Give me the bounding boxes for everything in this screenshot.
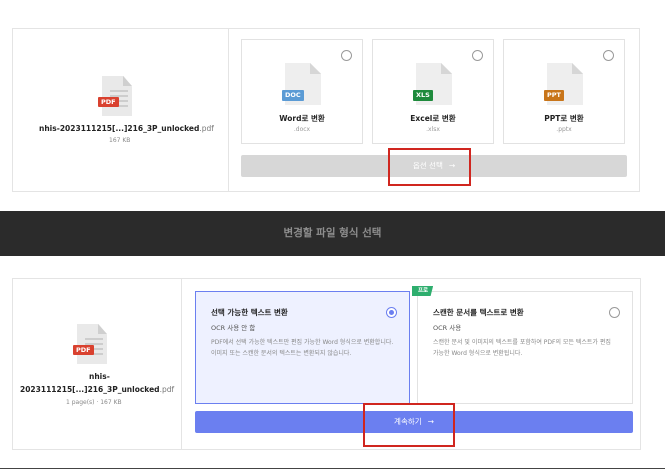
source-file-name-line2: 2023111215[...]216_3P_unlocked.pdf [20, 385, 174, 394]
pdf-file-icon: PDF [98, 76, 132, 116]
excel-option-title: Excel로 변환 [410, 114, 456, 123]
ppt-option-title: PPT로 변환 [544, 114, 584, 123]
option-card-excel[interactable]: XLS Excel로 변환 .xlsx [372, 39, 494, 144]
divider [0, 468, 665, 469]
ocr-option-description: 스캔한 문서 및 이미지의 텍스트를 포함하여 PDF의 모든 텍스트가 편집 … [433, 339, 611, 357]
source-file-column: PDF nhis-2023111215[...]216_3P_unlocked.… [13, 29, 229, 191]
ocr-option-title: 스캔한 문서를 텍스트로 변환 [433, 308, 524, 317]
format-select-panel: PDF nhis-2023111215[...]216_3P_unlocked.… [12, 28, 640, 192]
ocr-option-title: 선택 가능한 텍스트 변환 [211, 308, 288, 317]
ppt-tag: PPT [544, 90, 564, 101]
option-card-ppt[interactable]: PPT PPT로 변환 .pptx [503, 39, 625, 144]
file-name-ext: .pdf [159, 385, 175, 394]
xls-tag: XLS [413, 90, 433, 101]
converter-page: PDF nhis-2023111215[...]216_3P_unlocked.… [0, 0, 665, 473]
banner-title: 변경할 파일 형식 선택 [283, 227, 382, 239]
word-radio[interactable] [341, 50, 352, 61]
ppt-radio[interactable] [603, 50, 614, 61]
pdf-file-icon: PDF [73, 324, 107, 364]
ocr-option-subtitle: OCR 사용 [433, 324, 462, 332]
ppt-file-icon: PPT [544, 63, 583, 105]
ocr-option-subtitle: OCR 사용 안 함 [211, 324, 256, 332]
ocr-option-scanned[interactable]: 프로 스캔한 문서를 텍스트로 변환 OCR 사용 스캔한 문서 및 이미지의 … [412, 286, 633, 404]
file-name-main: nhis-2023111215[...]216_3P_unlocked [39, 124, 200, 133]
word-option-ext: .docx [293, 126, 311, 133]
option-card-word[interactable]: DOC Word로 변환 .docx [241, 39, 363, 144]
pdf-tag: PDF [73, 345, 94, 355]
word-option-title: Word로 변환 [279, 114, 325, 123]
doc-file-icon: DOC [282, 63, 321, 105]
ppt-option-ext: .pptx [556, 126, 572, 133]
selectable-text-radio[interactable] [386, 307, 397, 318]
section-banner: 변경할 파일 형식 선택 [0, 211, 665, 256]
source-file-column: PDF nhis- 2023111215[...]216_3P_unlocked… [13, 279, 182, 449]
ocr-option-selectable-text[interactable]: 선택 가능한 텍스트 변환 OCR 사용 안 함 PDF에서 선택 가능한 텍스… [195, 291, 410, 404]
highlight-box-select-option [388, 148, 471, 186]
pdf-tag: PDF [98, 97, 119, 107]
source-file-meta: 1 page(s) · 167 KB [66, 399, 122, 406]
excel-option-ext: .xlsx [426, 126, 440, 133]
excel-radio[interactable] [472, 50, 483, 61]
pro-badge: 프로 [412, 286, 434, 296]
doc-tag: DOC [282, 90, 304, 101]
ocr-select-panel: PDF nhis- 2023111215[...]216_3P_unlocked… [12, 278, 641, 450]
file-name-main: 2023111215[...]216_3P_unlocked [20, 385, 160, 394]
file-name-ext: .pdf [199, 124, 214, 133]
source-file-size: 167 KB [109, 137, 131, 144]
scanned-radio[interactable] [609, 307, 620, 318]
ocr-option-description: PDF에서 선택 가능한 텍스트만 편집 가능한 Word 형식으로 변환합니다… [211, 339, 394, 357]
highlight-box-continue [363, 403, 455, 447]
source-file-name: nhis-2023111215[...]216_3P_unlocked.pdf [39, 124, 214, 133]
source-file-name-line1: nhis- [89, 372, 110, 381]
xls-file-icon: XLS [413, 63, 452, 105]
